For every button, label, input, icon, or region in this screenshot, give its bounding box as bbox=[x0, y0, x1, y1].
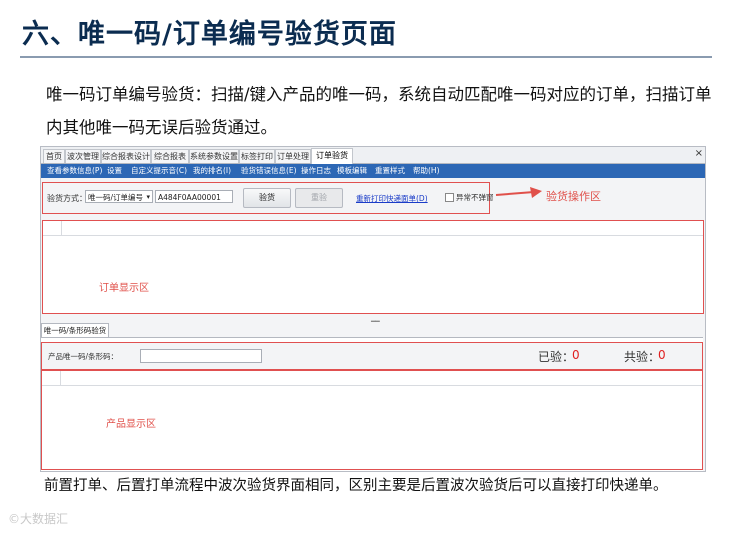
menu-view-params[interactable]: 查看参数信息(P) bbox=[47, 164, 102, 178]
menu-operation-log[interactable]: 操作日志 bbox=[301, 164, 331, 178]
code-input[interactable]: A484F0AA00001 bbox=[155, 190, 233, 203]
menu-help[interactable]: 帮助(H) bbox=[413, 164, 440, 178]
product-input-row: 产品唯一码/条形码： 已验： 0 共验： 0 bbox=[41, 342, 703, 370]
reprint-waybill-link[interactable]: 重新打印快递面单(D) bbox=[356, 193, 428, 204]
checked-count-value: 0 bbox=[572, 348, 580, 362]
outro-text: 前置打单、后置打单流程中波次验货界面相同，区别主要是后置波次验货后可以直接打印快… bbox=[44, 478, 668, 494]
total-count-value: 0 bbox=[658, 348, 666, 362]
menu-reset-style[interactable]: 重置样式 bbox=[375, 164, 405, 178]
callout-label: 验货操作区 bbox=[546, 190, 601, 203]
dropdown-arrow-icon: ▾ bbox=[146, 193, 150, 201]
product-grid-header bbox=[42, 371, 702, 386]
watermark: ©大数据汇 bbox=[8, 512, 69, 526]
tab-report-design[interactable]: 综合报表设计 bbox=[101, 149, 151, 163]
callout-arrow-icon bbox=[495, 187, 542, 198]
method-select[interactable]: 唯一码/订单编号 ▾ bbox=[85, 190, 153, 203]
grid-column-divider bbox=[60, 371, 61, 385]
method-label: 验货方式： bbox=[47, 194, 87, 203]
tab-system-settings[interactable]: 系统参数设置 bbox=[189, 149, 239, 163]
inspection-operation-panel: 验货方式： 唯一码/订单编号 ▾ A484F0AA00001 验货 重验 重新打… bbox=[42, 182, 494, 214]
product-area-label: 产品显示区 bbox=[106, 419, 156, 430]
tab-barcode-inspection[interactable]: 唯一码/条形码验货 bbox=[41, 323, 109, 338]
product-panel: 产品唯一码/条形码： 已验： 0 共验： 0 产品显示区 bbox=[41, 337, 703, 471]
menu-my-ranking[interactable]: 我的排名(I) bbox=[193, 164, 231, 178]
no-popup-label: 异常不弹窗 bbox=[456, 193, 494, 202]
tab-wave-management[interactable]: 波次管理 bbox=[65, 149, 101, 163]
product-code-input[interactable] bbox=[140, 349, 262, 363]
no-popup-checkbox[interactable] bbox=[445, 193, 454, 202]
grid-column-divider bbox=[61, 221, 62, 235]
menu-custom-sound[interactable]: 自定义提示音(C) bbox=[131, 164, 187, 178]
order-area-label: 订单显示区 bbox=[99, 283, 149, 294]
tab-label-print[interactable]: 标签打印 bbox=[239, 149, 275, 163]
tab-home[interactable]: 首页 bbox=[43, 149, 65, 163]
inspect-button[interactable]: 验货 bbox=[243, 188, 291, 208]
method-select-value: 唯一码/订单编号 bbox=[88, 193, 144, 202]
title-divider bbox=[20, 56, 712, 58]
checked-count-label: 已验： bbox=[538, 350, 575, 364]
intro-text: 唯一码订单编号验货：扫描/键入产品的唯一码，系统自动匹配唯一码对应的订单，扫描订… bbox=[46, 85, 712, 137]
tab-bar: 首页 波次管理 综合报表设计 综合报表 系统参数设置 标签打印 订单处理 订单验… bbox=[41, 147, 705, 164]
menu-inspection-errors[interactable]: 验货错误信息(E) bbox=[241, 164, 297, 178]
splitter-handle[interactable]: ━━ bbox=[371, 317, 380, 326]
slide-title: 六、唯一码/订单编号验货页面 bbox=[22, 19, 397, 50]
menu-bar: 查看参数信息(P) 设置 自定义提示音(C) 我的排名(I) 验货错误信息(E)… bbox=[41, 164, 705, 178]
reset-button[interactable]: 重验 bbox=[295, 188, 343, 208]
total-count-label: 共验： bbox=[624, 350, 661, 364]
product-code-label: 产品唯一码/条形码： bbox=[48, 352, 119, 361]
tab-order-processing[interactable]: 订单处理 bbox=[275, 149, 311, 163]
order-display-area: 订单显示区 bbox=[42, 220, 704, 314]
product-display-area: 产品显示区 bbox=[41, 370, 703, 470]
order-grid-header bbox=[43, 221, 703, 236]
app-window: 首页 波次管理 综合报表设计 综合报表 系统参数设置 标签打印 订单处理 订单验… bbox=[40, 146, 706, 472]
tab-order-inspection[interactable]: 订单验货 bbox=[311, 148, 353, 164]
menu-template-edit[interactable]: 模板编辑 bbox=[337, 164, 367, 178]
menu-settings[interactable]: 设置 bbox=[107, 164, 122, 178]
tab-reports[interactable]: 综合报表 bbox=[151, 149, 189, 163]
close-icon[interactable]: × bbox=[695, 147, 703, 161]
